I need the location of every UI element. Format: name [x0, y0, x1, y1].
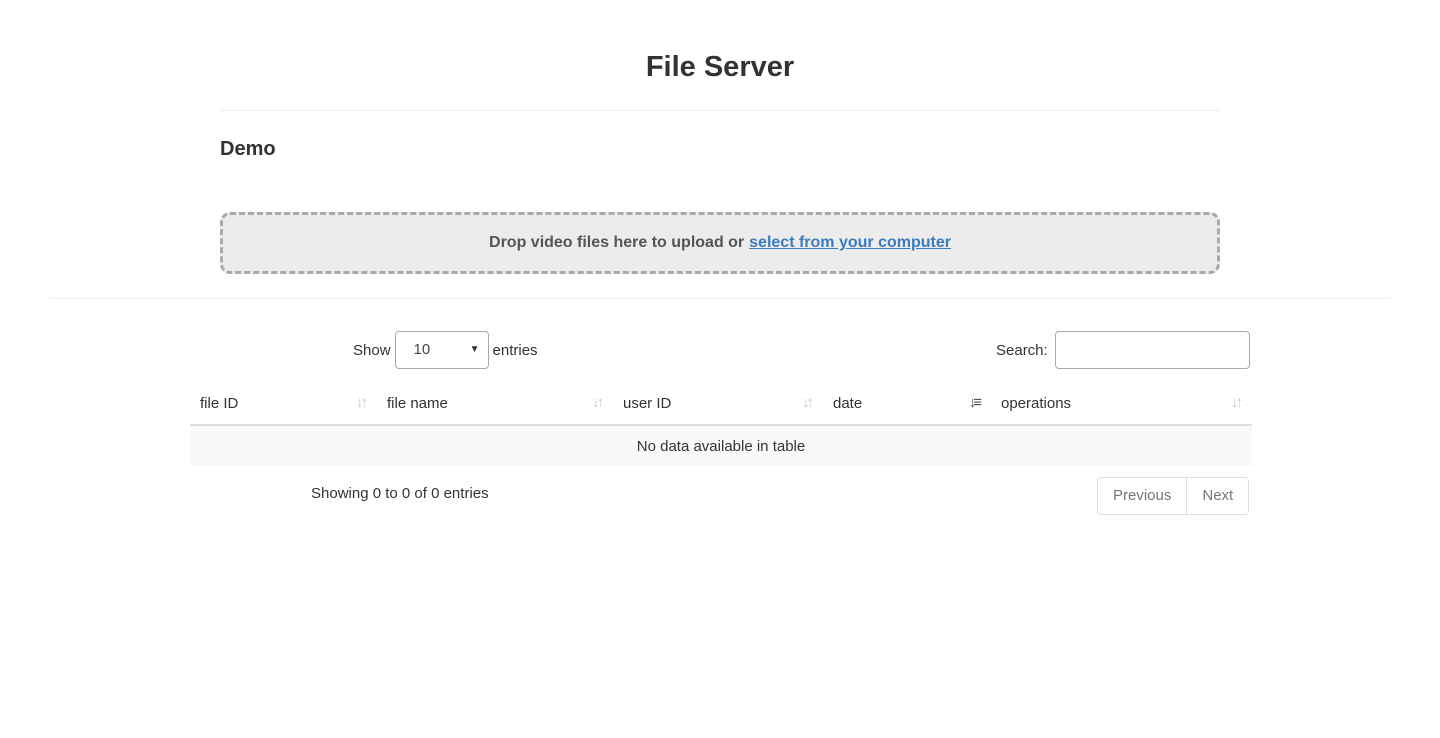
column-header-user-id[interactable]: user ID ↓↑ — [613, 383, 823, 426]
column-header-file-id[interactable]: file ID ↓↑ — [190, 383, 377, 426]
page-length-value: 10 — [413, 341, 431, 358]
entries-label: entries — [492, 341, 538, 359]
sort-icon: ↓↑ — [802, 394, 814, 411]
column-header-operations[interactable]: operations ↓↑ — [991, 383, 1252, 426]
show-label: Show — [353, 341, 391, 359]
page-title: File Server — [645, 51, 795, 83]
next-button[interactable]: Next — [1186, 478, 1249, 514]
table-row: No data available in table — [190, 425, 1252, 466]
section-divider — [49, 298, 1391, 299]
sort-icon: ↓↑ — [1231, 394, 1243, 411]
select-files-link[interactable]: select from your computer — [749, 234, 951, 252]
sort-desc-icon: ↓≡ — [968, 394, 982, 411]
search-input[interactable] — [1054, 331, 1250, 369]
section-title: Demo — [220, 138, 276, 160]
empty-table-message: No data available in table — [190, 425, 1252, 466]
page-length-select[interactable]: 10 ▼ — [394, 331, 489, 369]
table-info: Showing 0 to 0 of 0 entries — [311, 485, 489, 502]
column-header-date[interactable]: date ↓≡ — [823, 383, 991, 426]
files-table: file ID ↓↑ file name ↓↑ user ID ↓↑ date … — [190, 383, 1252, 466]
column-header-file-name[interactable]: file name ↓↑ — [377, 383, 613, 426]
previous-button[interactable]: Previous — [1098, 478, 1187, 514]
search-control: Search: — [996, 331, 1250, 369]
dropzone-text: Drop video files here to upload or — [489, 234, 745, 251]
pagination: Previous Next — [1097, 477, 1250, 515]
header-divider — [220, 110, 1220, 111]
page-length-control: Show 10 ▼ entries — [353, 331, 538, 369]
sort-icon: ↓↑ — [592, 394, 604, 411]
search-label: Search: — [996, 341, 1048, 359]
upload-dropzone[interactable]: Drop video files here to upload or selec… — [220, 212, 1220, 274]
sort-icon: ↓↑ — [356, 394, 368, 411]
dropdown-arrow-icon: ▼ — [469, 344, 480, 355]
table-header-row: file ID ↓↑ file name ↓↑ user ID ↓↑ date … — [190, 383, 1252, 426]
